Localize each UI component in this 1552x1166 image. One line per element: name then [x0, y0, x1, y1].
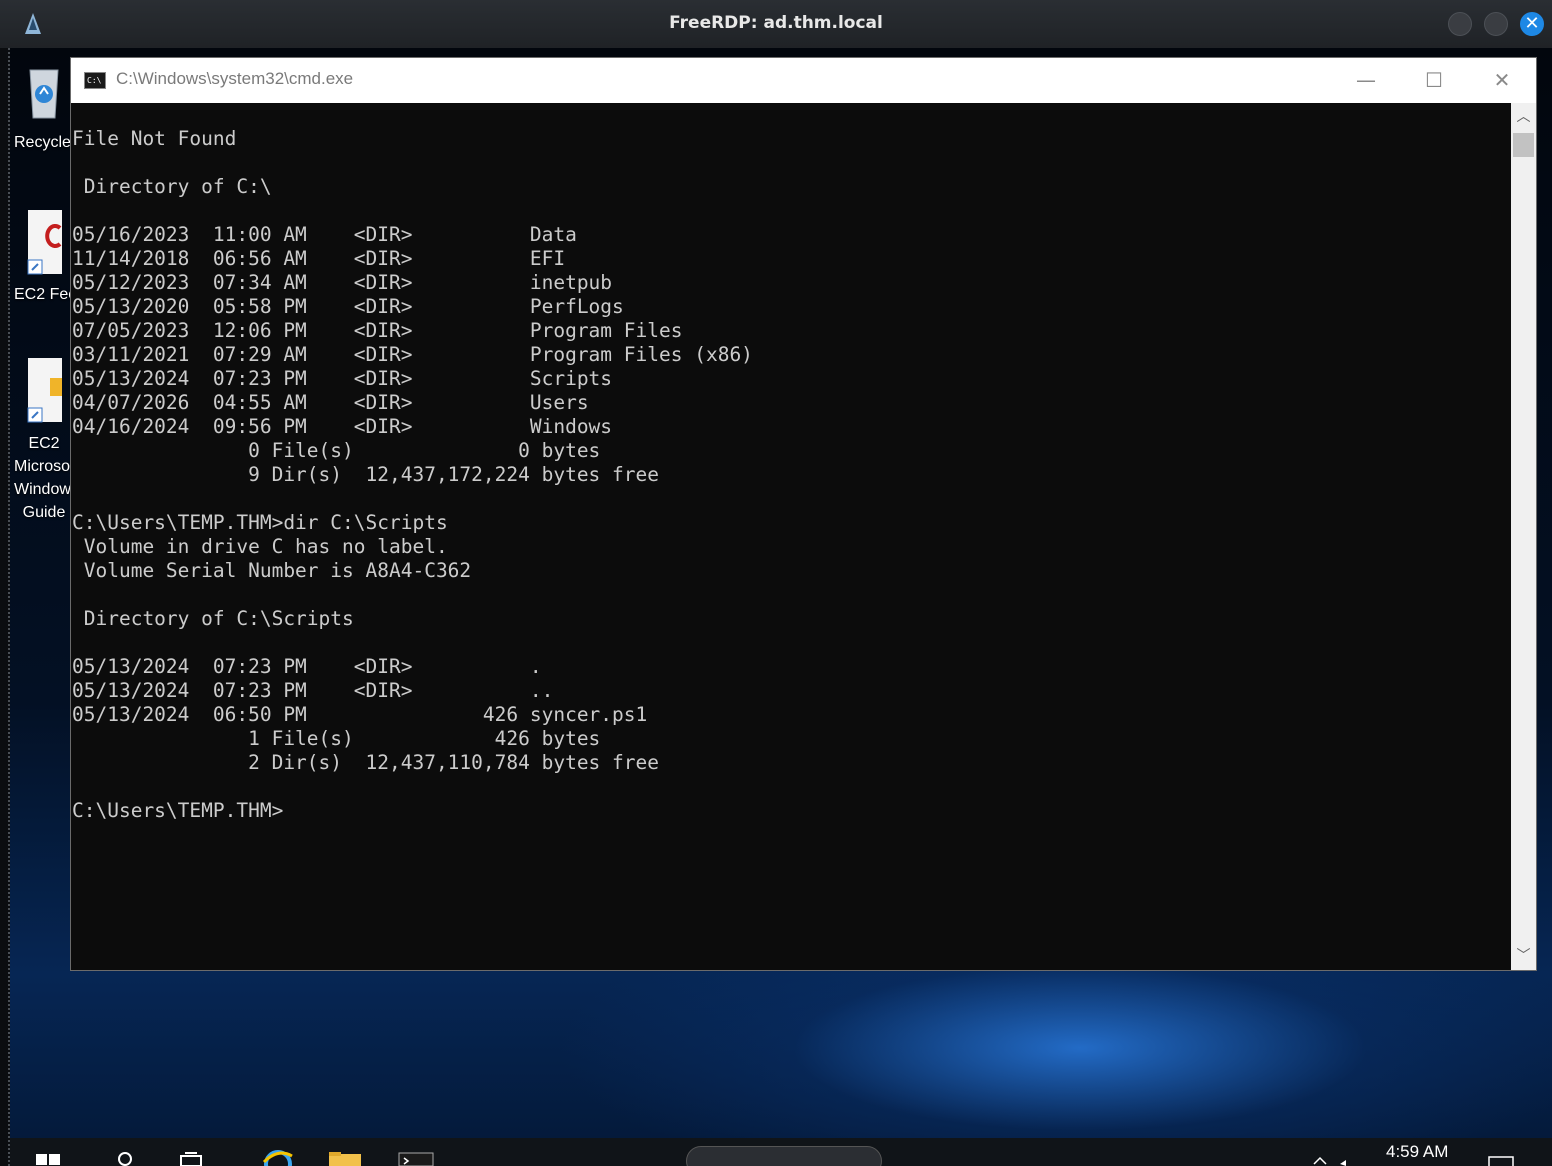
- console-scrollbar[interactable]: ︿ ﹀: [1511, 103, 1536, 970]
- screen: FreeRDP: ad.thm.local ✕ Recycle Bin EC2 …: [0, 0, 1552, 1166]
- desktop-icon-ec2-guide[interactable]: EC2 Microsoft Windows Guide: [14, 356, 74, 524]
- taskbar-clock[interactable]: 4:59 AM: [1386, 1142, 1448, 1162]
- cmd-taskbar-icon[interactable]: [398, 1152, 434, 1166]
- console-output: File Not Found Directory of C:\ 05/16/20…: [71, 103, 1511, 823]
- console-line: Directory of C:\Scripts: [72, 607, 354, 630]
- console-line: 2 Dir(s) 12,437,110,784 bytes free: [72, 751, 659, 774]
- cmd-minimize-button[interactable]: —: [1343, 64, 1389, 96]
- desktop-icon-ec2-feedback[interactable]: EC2 Feedback: [14, 208, 74, 306]
- console-line: 05/13/2024 06:50 PM 426 syncer.ps1: [72, 703, 648, 726]
- windows-start-icon[interactable]: [36, 1148, 62, 1166]
- cmd-window-title: C:\Windows\system32\cmd.exe: [116, 69, 354, 88]
- console-line: 04/16/2024 09:56 PM <DIR> Windows: [72, 415, 613, 438]
- cmd-maximize-button[interactable]: ☐: [1411, 64, 1457, 96]
- console-line: 05/16/2023 11:00 AM <DIR> Data: [72, 223, 577, 246]
- cmd-titlebar[interactable]: C:\ C:\Windows\system32\cmd.exe — ☐ ✕: [71, 58, 1536, 103]
- console-area[interactable]: File Not Found Directory of C:\ 05/16/20…: [71, 103, 1511, 970]
- console-line: C:\Users\TEMP.THM>: [72, 799, 284, 822]
- console-line: Volume Serial Number is A8A4-C362: [72, 559, 472, 582]
- taskbar-search-box[interactable]: [686, 1146, 882, 1166]
- console-line: 05/12/2023 07:34 AM <DIR> inetpub: [72, 271, 613, 294]
- console-line: File Not Found: [72, 127, 237, 150]
- console-line: 04/07/2026 04:55 AM <DIR> Users: [72, 391, 589, 414]
- console-line: 03/11/2021 07:29 AM <DIR> Program Files …: [72, 343, 753, 366]
- rdp-titlebar: FreeRDP: ad.thm.local ✕: [0, 0, 1552, 49]
- console-line: 07/05/2023 12:06 PM <DIR> Program Files: [72, 319, 683, 342]
- ec2-feedback-icon: [24, 208, 64, 275]
- notification-center-icon[interactable]: [1488, 1156, 1514, 1166]
- system-tray-icons[interactable]: [1310, 1154, 1360, 1166]
- console-line: 05/13/2024 07:23 PM <DIR> Scripts: [72, 367, 613, 390]
- console-line: Directory of C:\: [72, 175, 272, 198]
- cmd-close-button[interactable]: ✕: [1479, 64, 1525, 96]
- console-line: 1 File(s) 426 bytes: [72, 727, 601, 750]
- console-line: 05/13/2020 05:58 PM <DIR> PerfLogs: [72, 295, 624, 318]
- desktop-icon-label: EC2 Microsoft Windows Guide: [14, 435, 74, 521]
- console-line: 0 File(s) 0 bytes: [72, 439, 601, 462]
- scroll-down-arrow-icon[interactable]: ﹀: [1511, 944, 1536, 968]
- rdp-close-button[interactable]: ✕: [1520, 12, 1544, 36]
- recycle-bin-icon: [24, 60, 64, 119]
- desktop-icon-recycle-bin[interactable]: Recycle Bin: [14, 60, 74, 154]
- cmd-window[interactable]: C:\ C:\Windows\system32\cmd.exe — ☐ ✕ Fi…: [70, 57, 1537, 971]
- console-line: 9 Dir(s) 12,437,172,224 bytes free: [72, 463, 659, 486]
- console-line: Volume in drive C has no label.: [72, 535, 448, 558]
- rdp-minimize-button[interactable]: [1448, 12, 1472, 36]
- rdp-window-title: FreeRDP: ad.thm.local: [669, 13, 883, 33]
- ec2-guide-icon: [24, 356, 64, 423]
- desktop-icon-label: EC2 Feedback: [14, 286, 74, 303]
- console-line: 05/13/2024 07:23 PM <DIR> .: [72, 655, 542, 678]
- internet-explorer-icon[interactable]: [262, 1148, 294, 1166]
- scrollbar-thumb[interactable]: [1513, 133, 1534, 157]
- left-window-edge: [0, 48, 10, 1166]
- console-line: C:\Users\TEMP.THM>dir C:\Scripts: [72, 511, 448, 534]
- taskbar: 4:59 AM: [10, 1138, 1552, 1166]
- cmd-app-icon: C:\: [84, 72, 106, 89]
- search-icon[interactable]: [116, 1150, 138, 1166]
- console-line: 11/14/2018 06:56 AM <DIR> EFI: [72, 247, 566, 270]
- task-view-icon[interactable]: [180, 1152, 206, 1166]
- desktop-icon-label: Recycle Bin: [14, 134, 74, 151]
- rdp-maximize-button[interactable]: [1484, 12, 1508, 36]
- file-explorer-icon[interactable]: [328, 1152, 362, 1166]
- console-line: 05/13/2024 07:23 PM <DIR> ..: [72, 679, 554, 702]
- scroll-up-arrow-icon[interactable]: ︿: [1511, 105, 1536, 129]
